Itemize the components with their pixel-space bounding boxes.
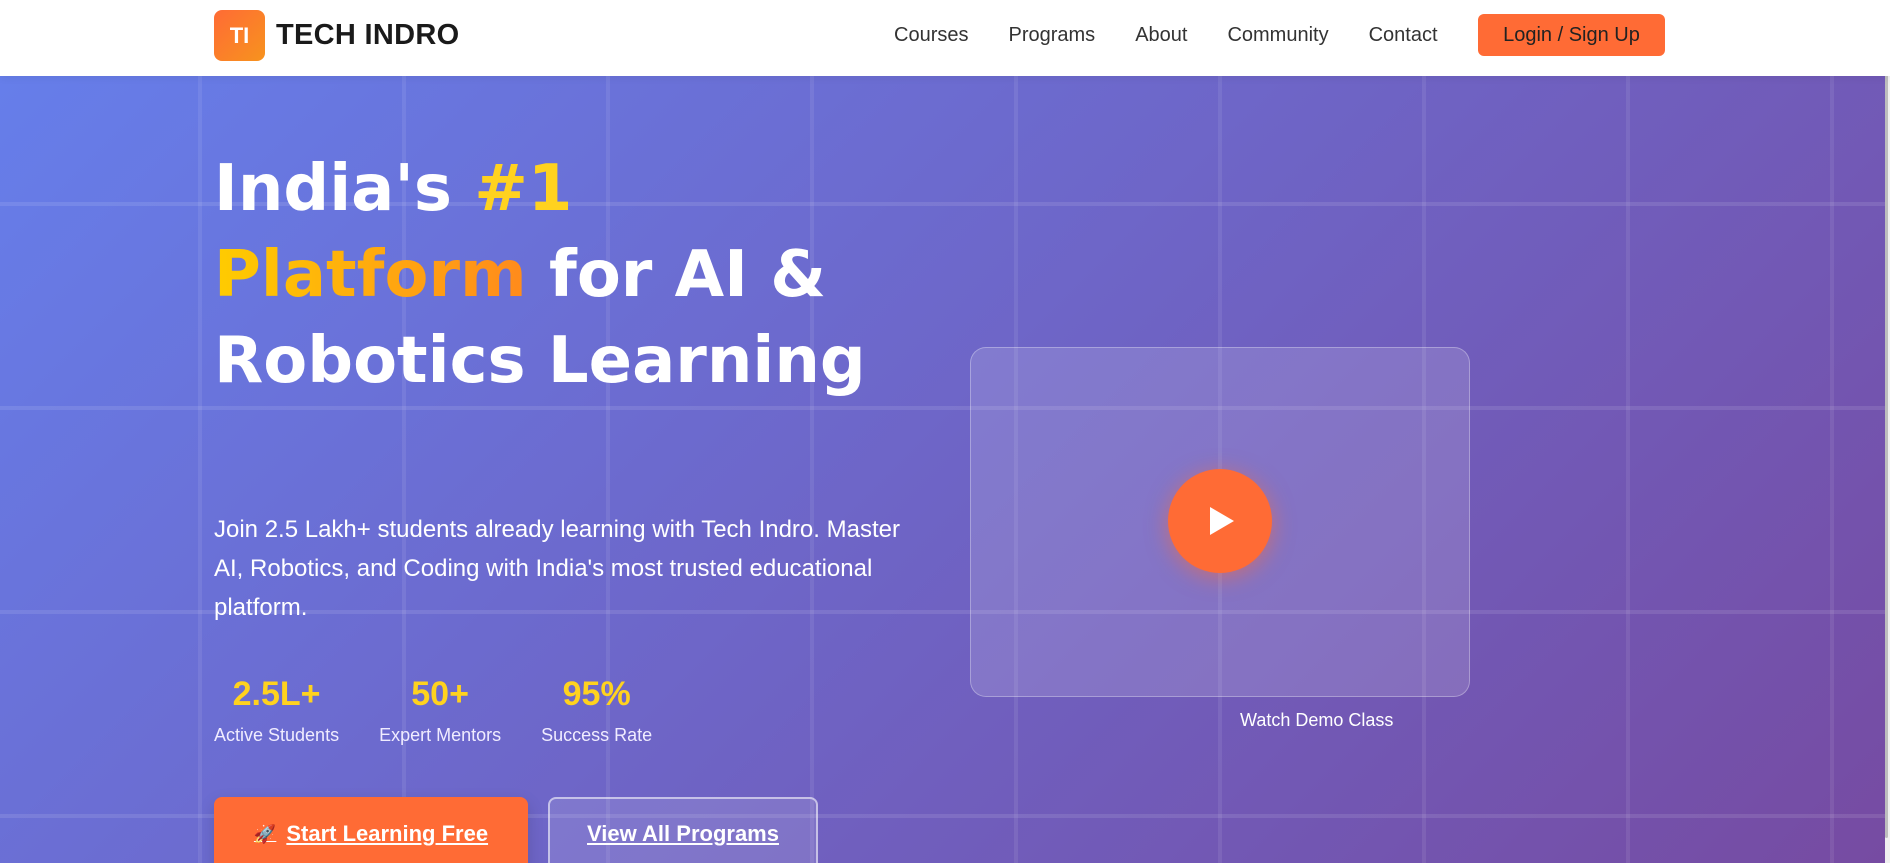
demo-video-card[interactable] (970, 347, 1470, 697)
brand-logo[interactable]: TI TECH INDRO (214, 10, 459, 61)
brand-name: TECH INDRO (276, 19, 460, 51)
rocket-icon: 🚀 (253, 823, 277, 844)
logo-mark: TI (214, 10, 265, 61)
start-learning-button[interactable]: 🚀 Start Learning Free (214, 797, 528, 863)
nav-contact[interactable]: Contact (1369, 23, 1438, 47)
site-header: TI TECH INDRO Courses Programs About Com… (0, 0, 1890, 76)
stat-value: 50+ (411, 675, 469, 713)
view-programs-button[interactable]: View All Programs (548, 797, 818, 863)
hero-section: India's #1 Platform for AI & Robotics Le… (0, 76, 1885, 863)
stat-value: 2.5L+ (232, 675, 321, 713)
headline-highlight-platform: Platform (214, 238, 527, 312)
nav-about[interactable]: About (1135, 23, 1187, 47)
stat-label: Expert Mentors (379, 725, 502, 745)
stat-value: 95% (562, 675, 631, 713)
nav-programs[interactable]: Programs (1008, 23, 1095, 47)
headline-highlight-rank: #1 (474, 152, 573, 226)
headline-text-1: India's (214, 152, 475, 226)
main-nav: Courses Programs About Community Contact (894, 23, 1478, 47)
start-learning-label: Start Learning Free (286, 821, 489, 846)
stat-label: Active Students (214, 725, 340, 745)
stat-label: Success Rate (541, 725, 653, 745)
stats-row: 2.5L+ Active Students 50+ Expert Mentors… (214, 674, 692, 746)
login-signup-button[interactable]: Login / Sign Up (1478, 14, 1665, 56)
hero-subtext: Join 2.5 Lakh+ students already learning… (214, 516, 900, 621)
hero-headline: India's #1 Platform for AI & Robotics Le… (214, 146, 914, 404)
play-button[interactable] (1168, 469, 1272, 573)
scrollbar-thumb[interactable] (1885, 18, 1888, 838)
video-caption: Watch Demo Class (1240, 710, 1394, 730)
stat-mentors: 50+ Expert Mentors (379, 674, 501, 746)
nav-courses[interactable]: Courses (894, 23, 968, 47)
nav-community[interactable]: Community (1227, 23, 1328, 47)
stat-success-rate: 95% Success Rate (541, 674, 652, 746)
stat-students: 2.5L+ Active Students (214, 674, 339, 746)
play-icon (1210, 507, 1234, 535)
